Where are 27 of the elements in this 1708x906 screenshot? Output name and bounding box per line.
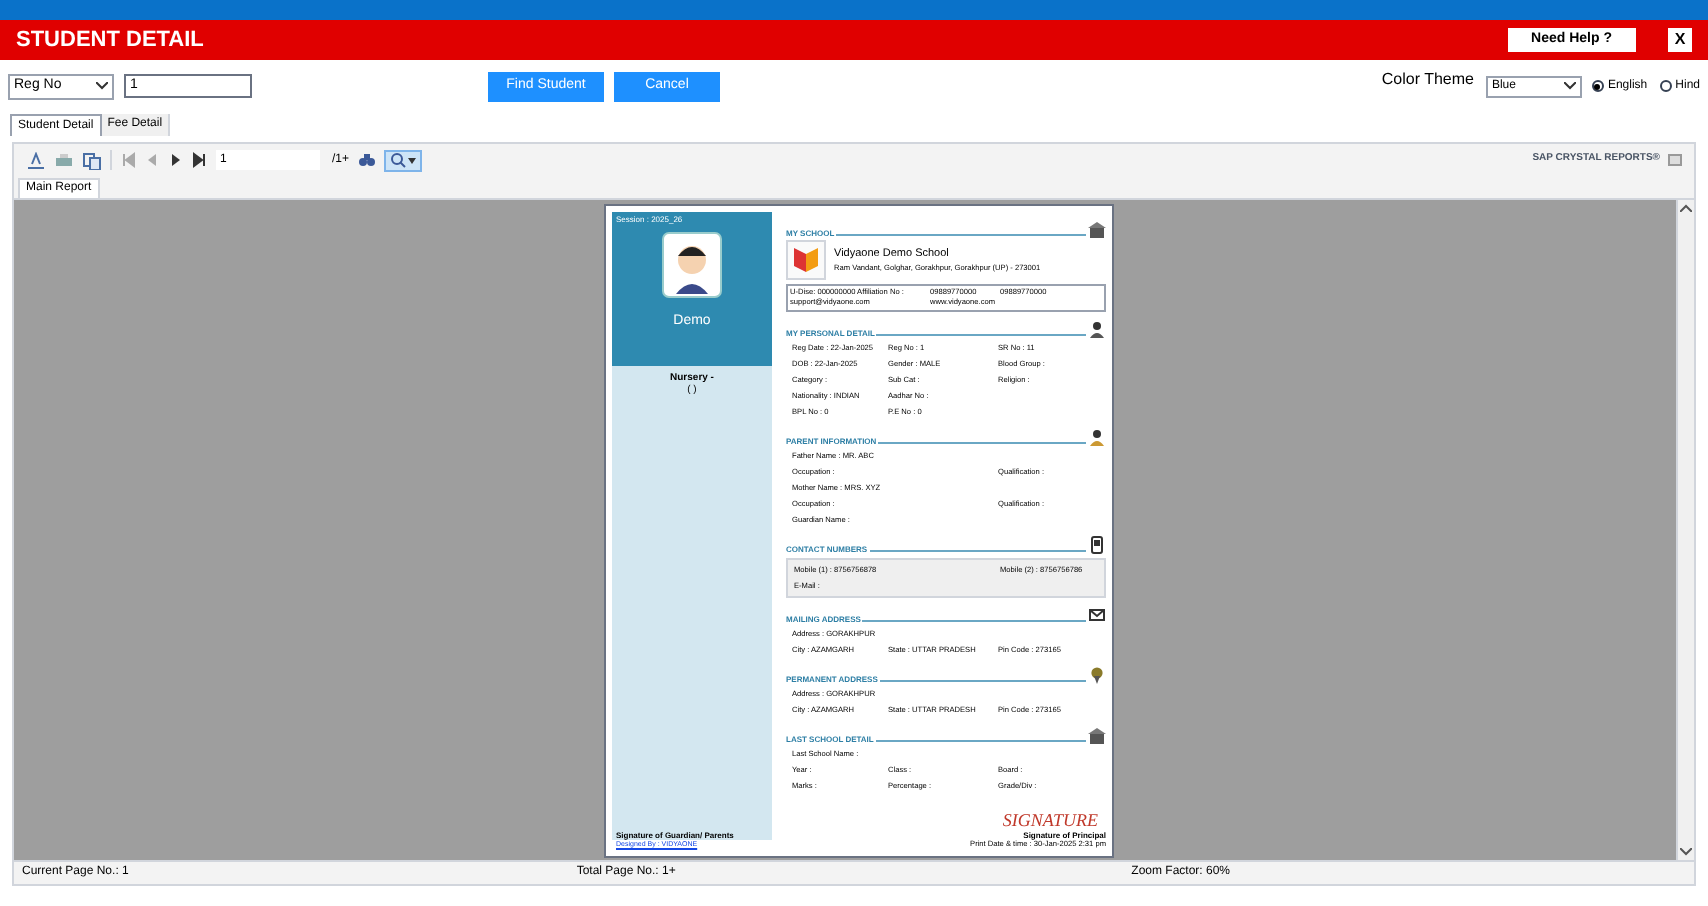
close-button[interactable]: X	[1668, 28, 1692, 52]
caret-icon	[96, 82, 108, 90]
vertical-scrollbar[interactable]	[1676, 200, 1694, 860]
caret-icon	[407, 157, 416, 163]
person-icon	[1088, 320, 1106, 338]
next-page-icon[interactable]	[168, 152, 184, 168]
mobile-phone-icon	[1088, 536, 1106, 554]
copy-icon[interactable]	[82, 151, 102, 169]
color-theme-label: Color Theme	[1381, 68, 1474, 92]
location-pin-icon	[1088, 666, 1106, 684]
zoom-button[interactable]	[383, 149, 422, 171]
scroll-up-icon[interactable]	[1680, 204, 1692, 212]
export-icon[interactable]	[26, 151, 46, 169]
open-book-logo-icon	[792, 248, 820, 272]
signature-text: SIGNATURE	[1002, 812, 1100, 830]
student-avatar-drawing	[662, 232, 722, 298]
scroll-down-icon[interactable]	[1680, 848, 1692, 856]
window-title: STUDENT DETAIL	[16, 25, 206, 56]
person-icon	[1088, 428, 1106, 446]
building-icon	[1088, 726, 1106, 744]
last-page-icon[interactable]	[192, 152, 208, 168]
panel-toggle-icon[interactable]	[1668, 154, 1682, 166]
caret-icon	[1563, 82, 1576, 90]
binoculars-icon[interactable]	[357, 152, 376, 168]
envelope-icon	[1088, 606, 1106, 624]
magnifier-icon	[389, 152, 406, 168]
building-icon	[1088, 220, 1106, 238]
